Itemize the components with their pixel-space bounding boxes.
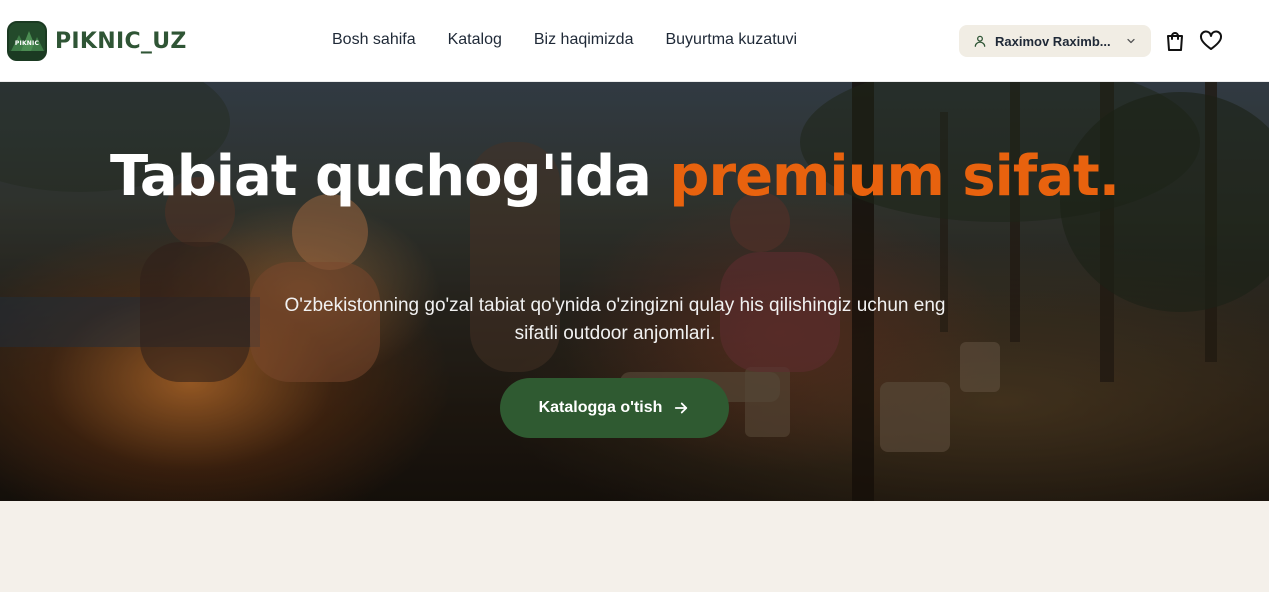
hero-title-main: Tabiat quchog'ida [109, 144, 652, 209]
user-icon [974, 35, 986, 47]
user-name: Raximov Raximb... [995, 33, 1111, 49]
heart-icon[interactable] [1199, 29, 1223, 53]
main-nav: Bosh sahifa Katalog Biz haqimizda Buyurt… [332, 31, 797, 49]
brand-name: PIKNIC_UZ [55, 28, 187, 54]
nav-item-order-tracking[interactable]: Buyurtma kuzatuvi [665, 31, 797, 49]
catalog-cta-button[interactable]: Katalogga o'tish [500, 378, 729, 438]
logo-icon: PIKNIC [7, 21, 47, 61]
nav-item-about[interactable]: Biz haqimizda [534, 31, 634, 49]
hero-title: Tabiat quchog'ida premium sifat. [0, 147, 1229, 207]
logo-text: PIKNIC [14, 40, 40, 47]
hero-title-accent: premium sifat. [669, 144, 1120, 209]
nav-item-home[interactable]: Bosh sahifa [332, 31, 416, 49]
user-menu-button[interactable]: Raximov Raximb... [959, 25, 1151, 57]
content-section [0, 501, 1269, 592]
hero-banner: Tabiat quchog'ida premium sifat. O'zbeki… [0, 82, 1269, 501]
arrow-right-icon [675, 402, 688, 414]
nav-item-catalog[interactable]: Katalog [448, 31, 502, 49]
shopping-bag-icon[interactable] [1163, 29, 1187, 53]
brand-logo-link[interactable]: PIKNIC PIKNIC_UZ [7, 21, 187, 61]
chevron-down-icon [1127, 38, 1135, 44]
hero-content: Tabiat quchog'ida premium sifat. O'zbeki… [0, 82, 1269, 501]
site-header: PIKNIC PIKNIC_UZ Bosh sahifa Katalog Biz… [0, 0, 1269, 82]
cta-label: Katalogga o'tish [538, 399, 663, 416]
hero-subtitle: O'zbekistonning go'zal tabiat qo'ynida o… [284, 295, 946, 344]
